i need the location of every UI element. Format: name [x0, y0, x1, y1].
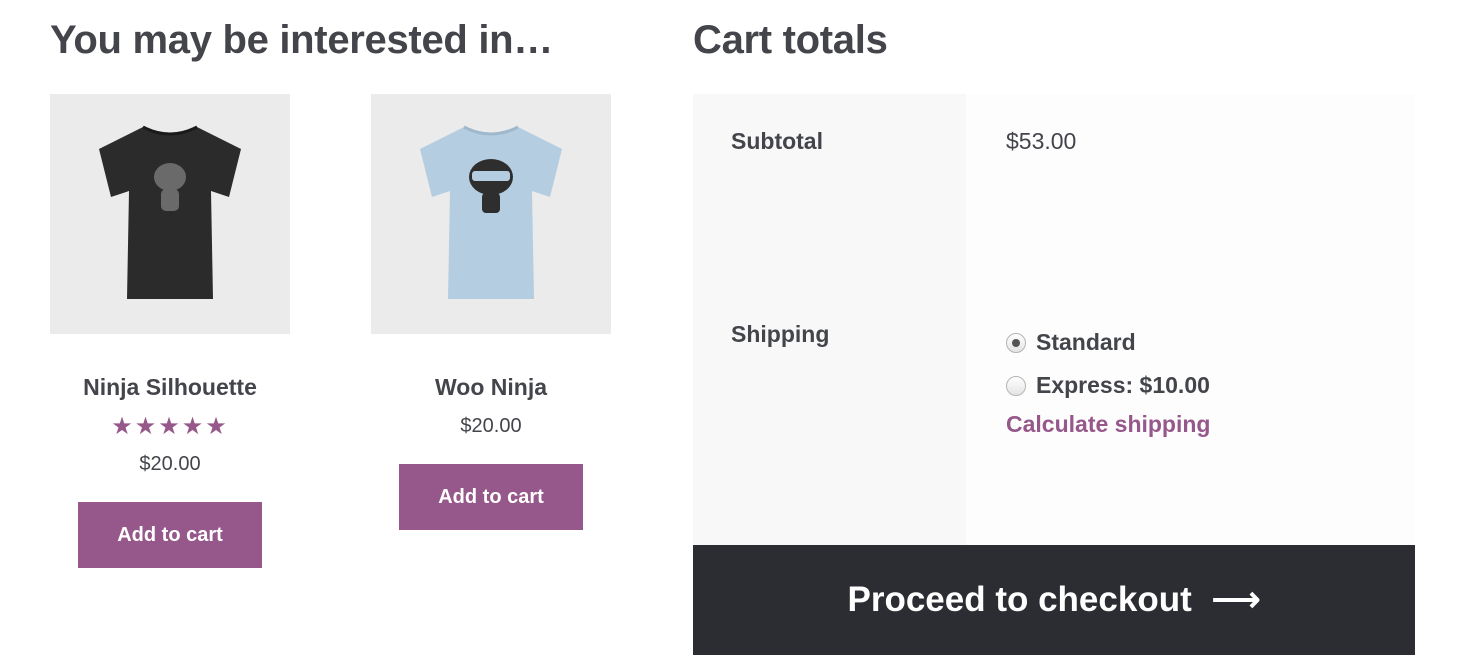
shipping-row: Shipping Standard Express: $10.00 Calcul… [693, 189, 1415, 514]
shipping-option-label: Standard [1036, 329, 1136, 355]
shipping-option-express[interactable]: Express: $10.00 [1006, 364, 1415, 407]
shipping-options: Standard Express: $10.00 Calculate shipp… [966, 189, 1415, 514]
tshirt-icon [99, 125, 241, 299]
add-to-cart-button[interactable]: Add to cart [399, 464, 583, 530]
shipping-option-standard[interactable]: Standard [1006, 321, 1415, 364]
product-title[interactable]: Ninja Silhouette [50, 374, 290, 401]
tshirt-icon [420, 125, 562, 299]
radio-button[interactable] [1006, 375, 1026, 396]
shipping-label: Shipping [693, 189, 966, 514]
checkout-label: Proceed to checkout [847, 580, 1192, 619]
cart-totals-table: Subtotal $53.00 Shipping Standard Expres… [693, 94, 1415, 618]
product-price: $20.00 [460, 415, 522, 437]
shipping-option-label: Express: $10.00 [1036, 372, 1210, 398]
product-price: $20.00 [139, 453, 201, 475]
subtotal-row: Subtotal $53.00 [693, 94, 1415, 189]
arrow-right-icon: ⟶ [1211, 581, 1261, 619]
section-heading-interested: You may be interested in… [50, 18, 553, 62]
product-image[interactable] [50, 94, 290, 334]
proceed-to-checkout-button[interactable]: Proceed to checkout ⟶ [693, 545, 1415, 655]
subtotal-label: Subtotal [693, 94, 966, 189]
product-card-ninja-silhouette: Ninja Silhouette ★★★★★ $20.00 Add to car… [50, 94, 290, 568]
product-title[interactable]: Woo Ninja [371, 374, 611, 401]
subtotal-value: $53.00 [966, 94, 1415, 189]
product-image[interactable] [371, 94, 611, 334]
add-to-cart-button[interactable]: Add to cart [78, 502, 262, 568]
radio-button-selected[interactable] [1006, 332, 1026, 353]
cart-totals-heading: Cart totals [693, 18, 888, 62]
star-rating: ★★★★★ [111, 413, 229, 440]
product-card-woo-ninja: Woo Ninja $20.00 Add to cart [371, 94, 611, 530]
calculate-shipping-link[interactable]: Calculate shipping [1006, 411, 1415, 438]
